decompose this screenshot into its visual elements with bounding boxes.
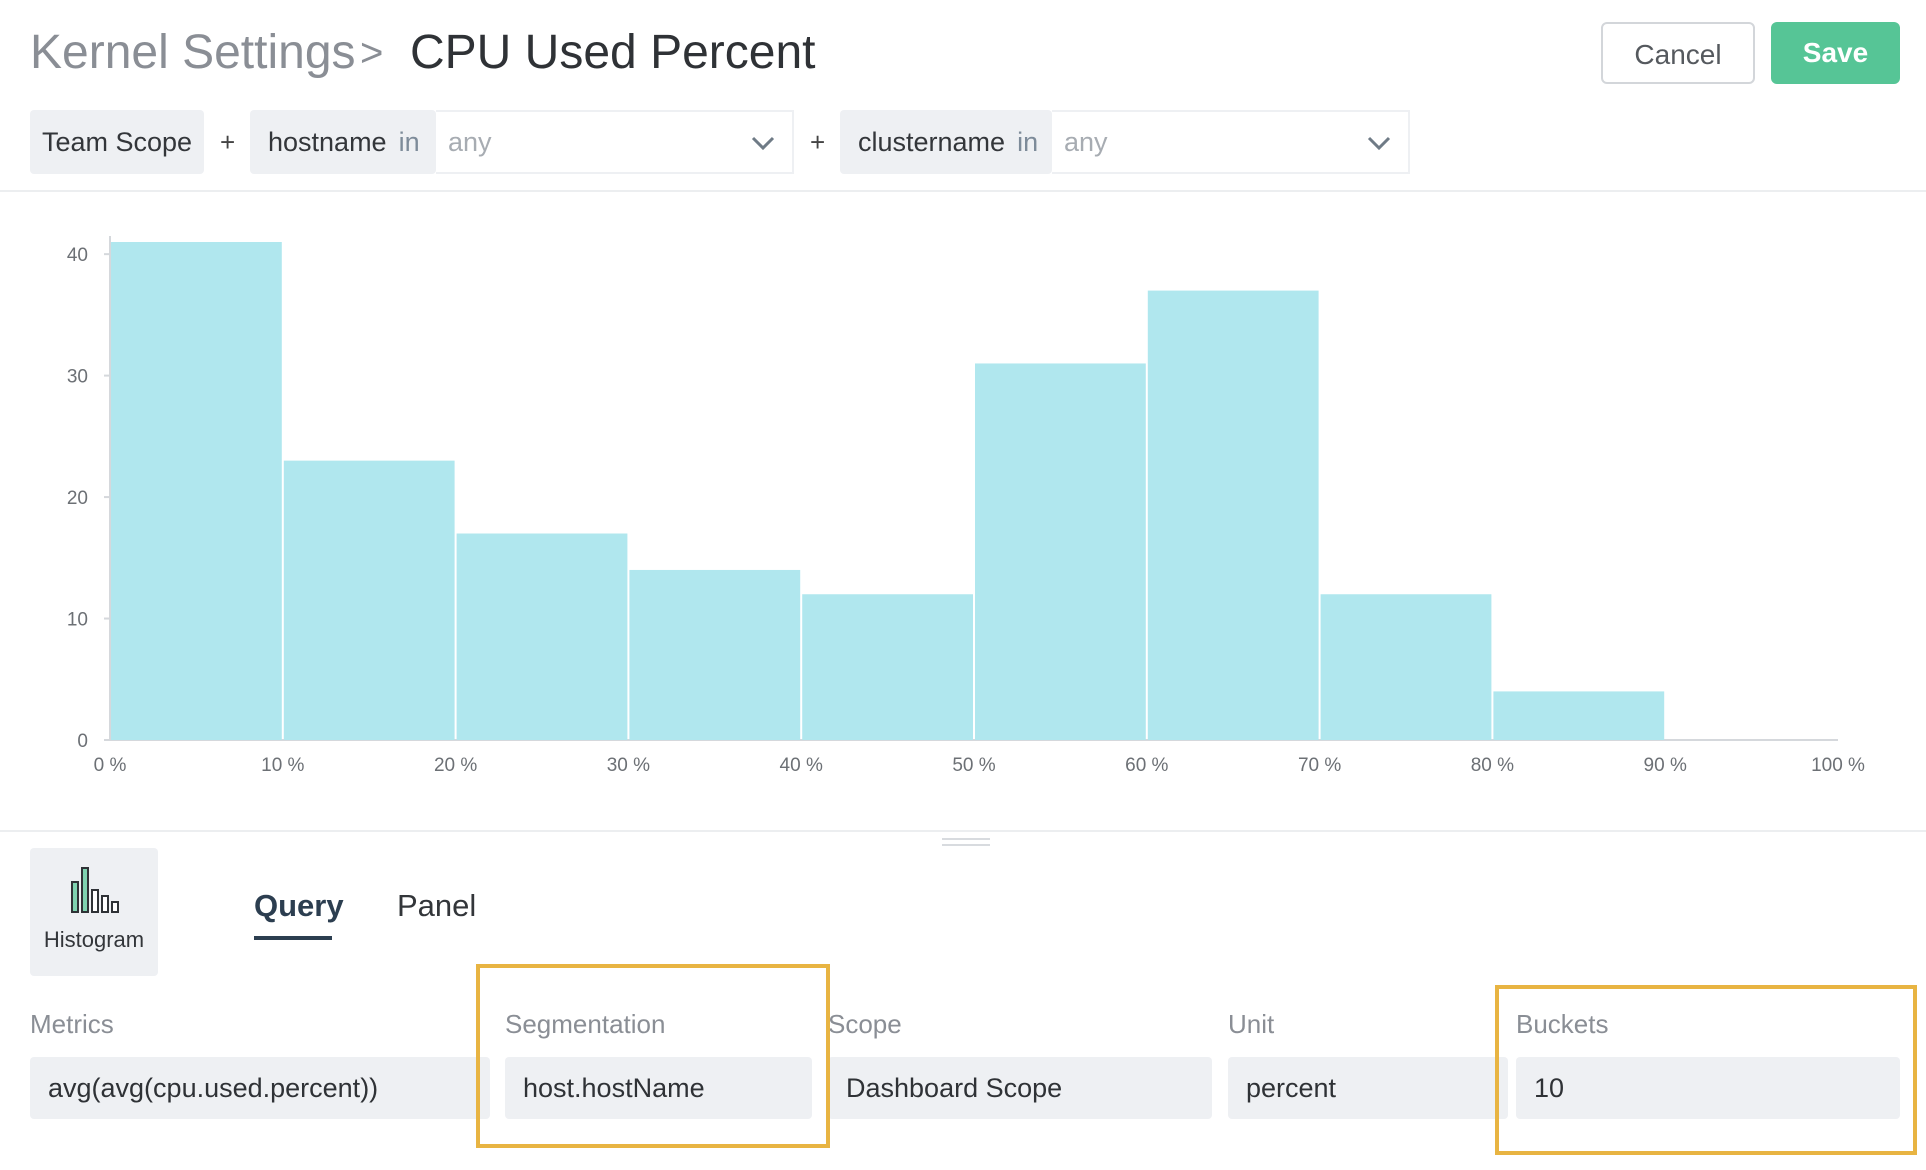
histogram-bar	[283, 460, 455, 740]
histogram-chart: 0 10 20 30 40 0 % 10 % 20 % 30 % 40 % 50 % 60 % 70 %…	[67, 236, 1865, 776]
histogram-bar	[1147, 290, 1319, 740]
x-tick-label: 20 %	[434, 755, 477, 776]
y-tick-label: 20	[67, 488, 88, 509]
tab-query[interactable]: Query	[254, 882, 344, 930]
clustername-value-dropdown[interactable]: any	[1052, 110, 1410, 174]
metrics-field[interactable]: avg(avg(cpu.used.percent))	[30, 1057, 490, 1119]
unit-label: Unit	[1228, 1009, 1275, 1039]
filter-key-label: hostname	[268, 127, 387, 157]
x-tick-label: 60 %	[1125, 755, 1168, 776]
buckets-highlight	[1495, 985, 1917, 1155]
segmentation-highlight	[476, 964, 830, 1148]
hostname-value-dropdown[interactable]: any	[436, 110, 794, 174]
x-tick-label: 70 %	[1298, 755, 1341, 776]
x-tick-label: 40 %	[780, 755, 823, 776]
histogram-bar	[456, 533, 628, 740]
page-title: CPU Used Percent	[410, 26, 816, 79]
save-button[interactable]: Save	[1771, 22, 1900, 84]
y-tick-label: 40	[67, 245, 88, 266]
visualization-label: Histogram	[43, 927, 145, 952]
plus-icon: +	[810, 127, 826, 157]
x-tick-label: 10 %	[261, 755, 304, 776]
chevron-right-icon: >	[360, 31, 384, 75]
visualization-type-histogram[interactable]: Histogram	[30, 848, 158, 976]
filter-operator: in	[398, 127, 420, 157]
filter-key-clustername: clustername in	[840, 110, 1052, 174]
filter-key-hostname: hostname in	[250, 110, 436, 174]
team-scope-chip[interactable]: Team Scope	[30, 110, 204, 174]
resize-handle-icon[interactable]	[942, 838, 990, 840]
histogram-icon	[71, 867, 119, 913]
chevron-down-icon	[1367, 136, 1391, 151]
metrics-label: Metrics	[30, 1009, 114, 1039]
dropdown-value: any	[448, 127, 492, 157]
cancel-button[interactable]: Cancel	[1601, 22, 1755, 84]
histogram-bar	[1320, 594, 1492, 740]
dropdown-value: any	[1064, 127, 1108, 157]
histogram-bar	[629, 569, 801, 740]
scope-field[interactable]: Dashboard Scope	[828, 1057, 1212, 1119]
chevron-down-icon	[751, 136, 775, 151]
histogram-bar	[111, 242, 282, 740]
filter-operator: in	[1017, 127, 1039, 157]
resize-handle-icon[interactable]	[942, 844, 990, 846]
unit-field[interactable]: percent	[1228, 1057, 1508, 1119]
y-tick-label: 30	[67, 367, 88, 388]
active-tab-indicator	[254, 936, 332, 940]
panel-resize-divider[interactable]	[0, 830, 1926, 832]
x-tick-label: 30 %	[607, 755, 650, 776]
x-tick-label: 90 %	[1644, 755, 1687, 776]
tab-panel[interactable]: Panel	[397, 882, 476, 930]
y-tick-label: 10	[67, 610, 88, 631]
filter-key-label: clustername	[858, 127, 1006, 157]
x-tick-label: 0 %	[94, 755, 127, 776]
histogram-bar	[975, 363, 1146, 740]
breadcrumb-root[interactable]: Kernel Settings	[30, 20, 356, 86]
histogram-bar	[802, 594, 973, 740]
y-tick-label: 0	[77, 731, 88, 752]
divider	[0, 190, 1926, 192]
x-tick-label: 50 %	[952, 755, 995, 776]
plus-icon: +	[220, 127, 236, 157]
x-tick-label: 100 %	[1811, 755, 1865, 776]
histogram-bar	[1493, 691, 1665, 740]
x-tick-label: 80 %	[1471, 755, 1514, 776]
scope-label: Scope	[828, 1009, 902, 1039]
